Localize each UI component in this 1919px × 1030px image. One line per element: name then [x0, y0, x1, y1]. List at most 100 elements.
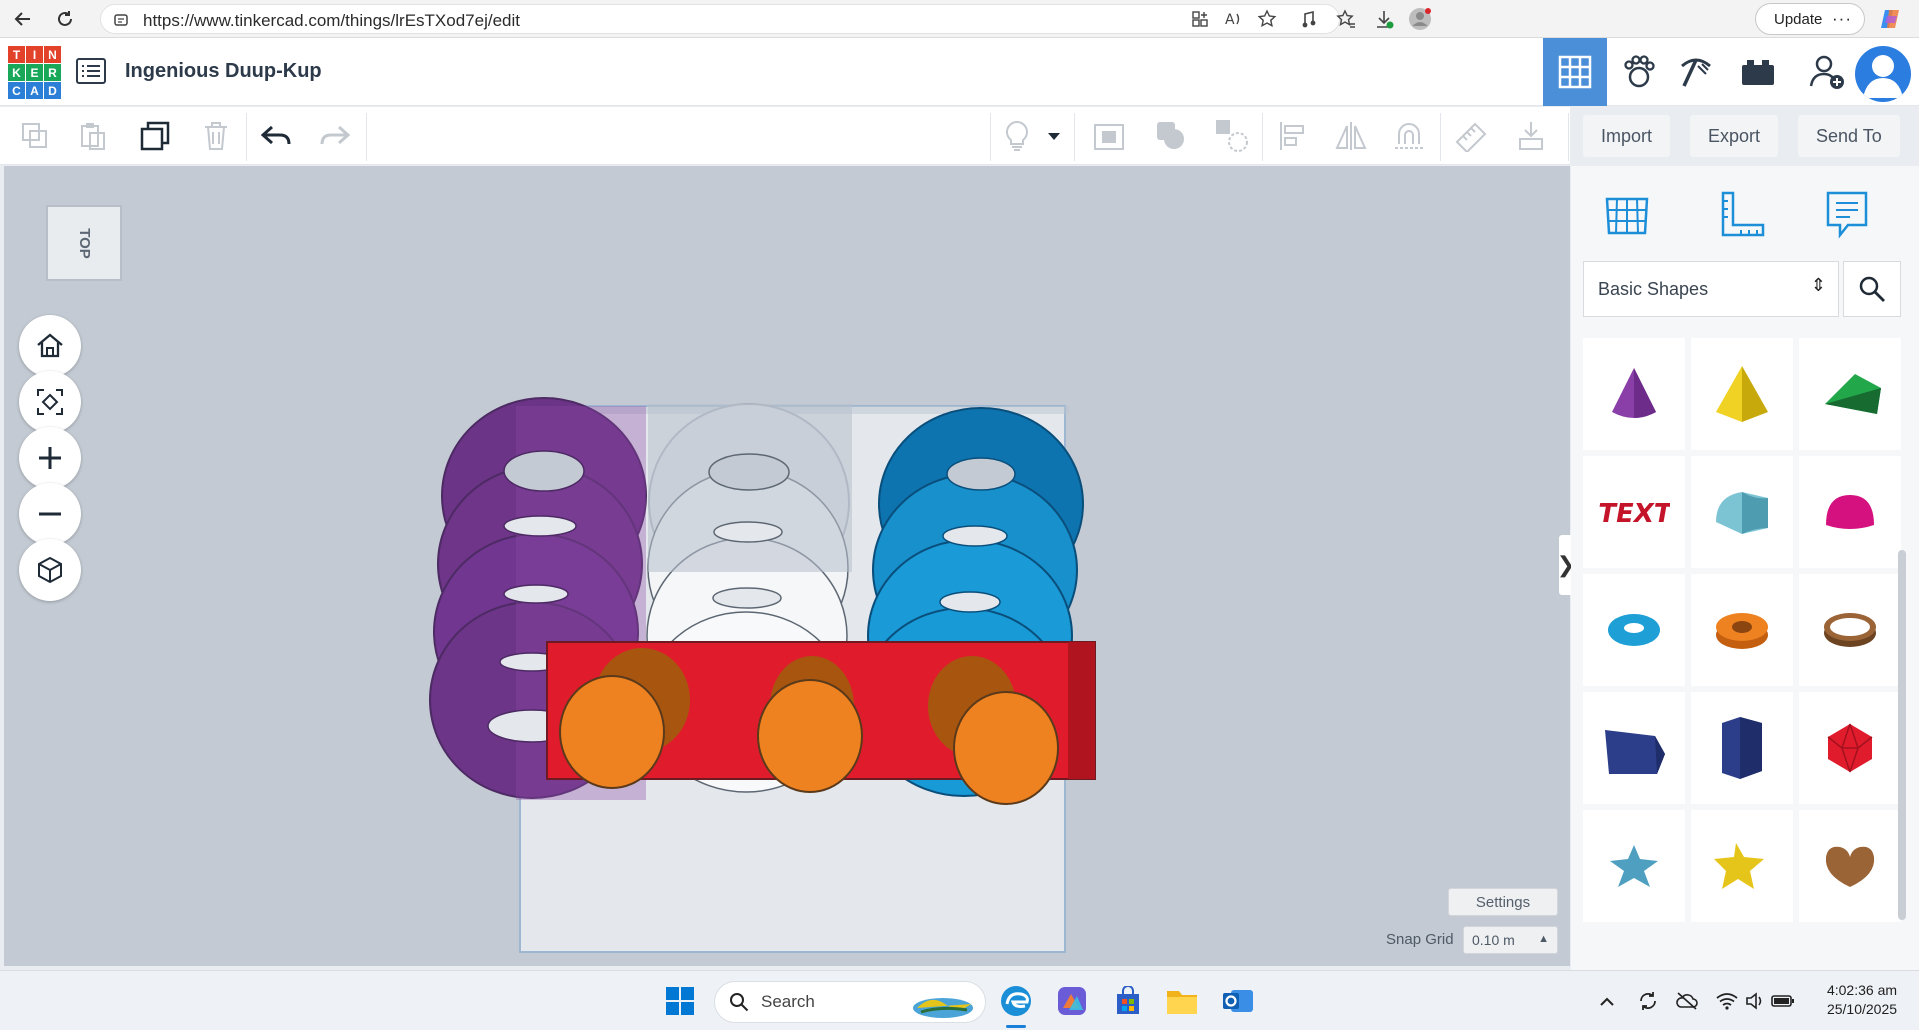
lightbulb-dropdown-icon[interactable] [1042, 117, 1066, 155]
home-view-button[interactable] [19, 315, 81, 377]
notes-tab[interactable] [1807, 180, 1887, 250]
scene-3d[interactable] [4, 166, 1570, 966]
app-available-icon[interactable] [1188, 7, 1212, 31]
mirror-icon[interactable] [1332, 117, 1370, 155]
undo-icon[interactable] [257, 117, 295, 155]
text-shape[interactable]: TEXT [1583, 456, 1685, 568]
blocks-mode-button[interactable] [1664, 38, 1728, 106]
refresh-icon[interactable] [52, 6, 78, 32]
shape-search-button[interactable] [1843, 261, 1901, 317]
torus-icon [1608, 614, 1660, 646]
star-shape[interactable] [1583, 810, 1685, 922]
wifi-icon[interactable] [1714, 989, 1740, 1013]
workplane-canvas[interactable]: TOP Settings Snap Grid 0.10 m ▲ ❯ [4, 166, 1575, 966]
workplane-icon[interactable] [1090, 117, 1128, 155]
icosahedron-shape[interactable] [1799, 692, 1901, 804]
zoom-out-button[interactable] [19, 483, 81, 545]
ruler-tab[interactable] [1701, 180, 1781, 250]
store-app-icon[interactable] [1108, 981, 1148, 1021]
paste-icon[interactable] [74, 117, 112, 155]
ring-shape[interactable] [1799, 574, 1901, 686]
pickaxe-icon [1681, 58, 1711, 87]
sim-lab-button[interactable] [1607, 38, 1671, 106]
star-yellow-shape[interactable] [1691, 810, 1793, 922]
downloads-icon[interactable] [1372, 7, 1396, 31]
back-icon[interactable] [10, 6, 36, 32]
taskbar-clock[interactable]: 4:02:36 am 25/10/2025 [1812, 981, 1912, 1019]
svg-text:A: A [1225, 12, 1235, 28]
sync-icon[interactable] [1635, 989, 1661, 1013]
show-hidden-icons-chevron-icon[interactable] [1594, 989, 1620, 1013]
shape-category-select[interactable]: Basic Shapes ⇕ [1583, 261, 1839, 317]
cruise-icon[interactable] [1390, 117, 1428, 155]
torus-shape[interactable] [1583, 574, 1685, 686]
design-list-icon[interactable] [76, 58, 106, 89]
half-sphere-shape[interactable] [1799, 456, 1901, 568]
settings-button[interactable]: Settings [1448, 888, 1558, 916]
battery-icon[interactable] [1770, 989, 1796, 1013]
windows-logo-icon [666, 987, 694, 1015]
group-icon[interactable] [1152, 117, 1190, 155]
read-aloud-icon[interactable]: A [1222, 7, 1246, 31]
polygon-shape[interactable] [1691, 692, 1793, 804]
plus-icon [39, 447, 61, 469]
edge-browser-icon[interactable] [996, 981, 1036, 1021]
volume-icon[interactable] [1742, 989, 1768, 1013]
lightbulb-icon[interactable] [998, 117, 1036, 155]
favorite-star-icon[interactable] [1255, 7, 1279, 31]
3d-design-mode-button[interactable] [1543, 38, 1607, 106]
half-cylinder-shape[interactable] [1691, 456, 1793, 568]
more-menu-icon[interactable]: ··· [1832, 9, 1852, 29]
import-button[interactable]: Import [1583, 115, 1671, 157]
site-info-icon[interactable] [113, 12, 129, 33]
fit-view-button[interactable] [19, 371, 81, 433]
taskbar-search[interactable]: Search [714, 981, 986, 1023]
perspective-button[interactable] [19, 539, 81, 601]
ungroup-icon[interactable] [1213, 117, 1251, 155]
ruler-icon [1721, 191, 1765, 237]
redo-icon[interactable] [316, 117, 354, 155]
extensions-icon[interactable] [1298, 7, 1322, 31]
update-button[interactable]: Update ··· [1755, 3, 1865, 35]
tube-shape[interactable] [1691, 574, 1793, 686]
cone-shape[interactable] [1583, 338, 1685, 450]
ruler-tool-icon[interactable] [1452, 117, 1490, 155]
file-explorer-icon[interactable] [1162, 981, 1202, 1021]
pyramid-icon [1716, 366, 1768, 422]
heart-shape[interactable] [1799, 810, 1901, 922]
grid-workplane-icon [1605, 197, 1649, 235]
copy-icon[interactable] [16, 117, 54, 155]
logo-letter: I [26, 46, 43, 63]
panel-scrollbar[interactable] [1898, 550, 1906, 920]
roof-shape[interactable] [1799, 338, 1901, 450]
half-sphere-icon [1826, 495, 1874, 529]
tinkercad-logo[interactable]: T I N K E R C A D [8, 46, 62, 100]
cloud-offline-icon[interactable] [1674, 989, 1700, 1013]
profile-icon[interactable] [1408, 7, 1432, 31]
send-to-button[interactable]: Send To [1798, 115, 1900, 157]
bricks-mode-button[interactable] [1726, 38, 1790, 106]
align-icon[interactable] [1274, 117, 1312, 155]
snap-grid-label: Snap Grid [1386, 931, 1454, 948]
favorites-icon[interactable] [1334, 7, 1358, 31]
delete-icon[interactable] [197, 117, 235, 155]
copilot-icon[interactable] [1878, 7, 1902, 31]
duplicate-icon[interactable] [136, 117, 174, 155]
wedge-shape[interactable] [1583, 692, 1685, 804]
note-comment-icon [1826, 191, 1868, 239]
roof-icon [1825, 374, 1881, 414]
user-avatar[interactable] [1855, 46, 1911, 102]
start-button[interactable] [660, 981, 700, 1021]
drop-to-workplane-icon[interactable] [1512, 117, 1550, 155]
m365-app-icon[interactable] [1052, 981, 1092, 1021]
snap-grid-select[interactable]: 0.10 m ▲ [1463, 926, 1558, 954]
view-cube[interactable]: TOP [46, 205, 122, 281]
outlook-icon[interactable] [1218, 981, 1258, 1021]
pyramid-shape[interactable] [1691, 338, 1793, 450]
address-bar[interactable]: https://www.tinkercad.com/things/lrEsTXo… [100, 4, 1340, 34]
design-title[interactable]: Ingenious Duup-Kup [125, 60, 322, 83]
workplane-tab[interactable] [1587, 180, 1667, 250]
export-button[interactable]: Export [1690, 115, 1779, 157]
zoom-in-button[interactable] [19, 427, 81, 489]
add-collaborator-button[interactable] [1795, 38, 1859, 106]
